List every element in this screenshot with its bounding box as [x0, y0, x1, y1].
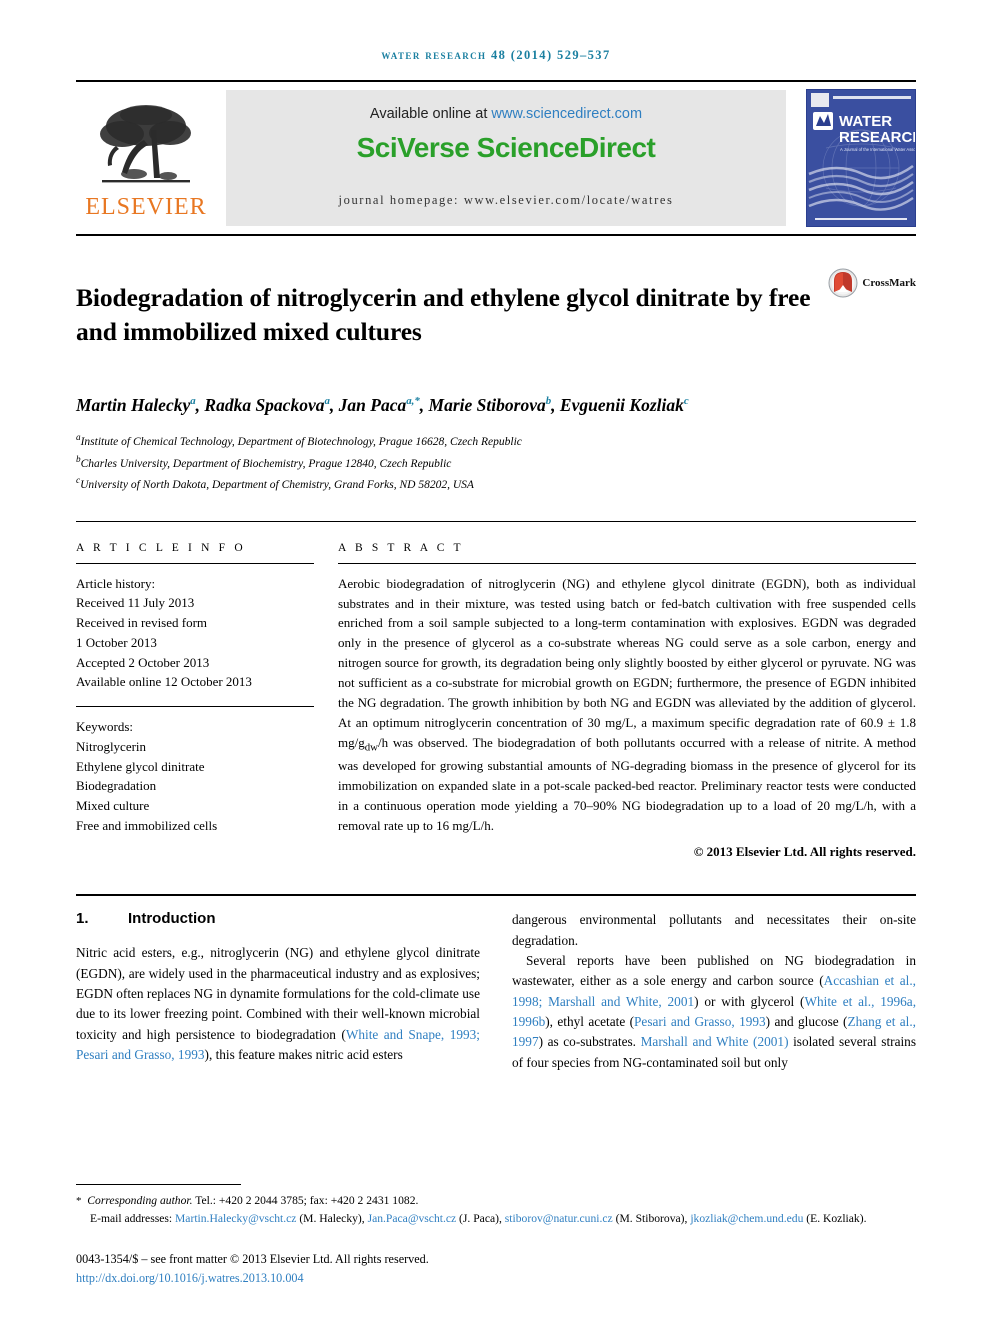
title-row: Biodegradation of nitroglycerin and ethy… — [76, 264, 916, 366]
abstract-column: A B S T R A C T Aerobic biodegradation o… — [338, 542, 916, 861]
sciencedirect-banner: Available online at www.sciencedirect.co… — [226, 90, 786, 226]
article-history-label: Article history: — [76, 575, 156, 591]
section-number: 1. — [76, 910, 89, 928]
page-title: Biodegradation of nitroglycerin and ethy… — [76, 283, 811, 346]
email-addresses-note[interactable]: E-mail addresses: Martin.Halecky@vscht.c… — [76, 1210, 916, 1228]
article-page: WATER RESEARCH 48 (2014) 529–537 ELSEVI — [0, 0, 992, 1323]
svg-text:WATER: WATER — [839, 113, 892, 130]
article-info-column: A R T I C L E I N F O Article history: R… — [76, 542, 338, 861]
running-head: WATER RESEARCH 48 (2014) 529–537 — [381, 48, 611, 62]
paragraph: dangerous environmental pollutants and n… — [512, 912, 916, 948]
article-info-label: A R T I C L E I N F O — [76, 541, 246, 554]
doi-link[interactable]: http://dx.doi.org/10.1016/j.watres.2013.… — [76, 1269, 916, 1287]
keywords-label: Keywords: — [76, 719, 134, 735]
history-item: Received in revised form — [76, 615, 208, 631]
paragraph: Several reports have been published on N… — [512, 952, 917, 1070]
sciencedirect-url-link[interactable]: www.sciencedirect.com — [491, 106, 642, 122]
issn-line: 0043-1354/$ – see front matter © 2013 El… — [76, 1252, 429, 1267]
body-columns: 1. Introduction Nitric acid esters, e.g.… — [76, 910, 916, 1073]
elsevier-logo: ELSEVIER — [76, 82, 216, 234]
history-item: 1 October 2013 — [76, 634, 157, 650]
cover-artwork: WATER RESEARCH A Journal of the Internat… — [807, 90, 915, 226]
crossmark-label: CrossMark — [862, 277, 916, 289]
corresponding-author-note: * Corresponding author. Tel.: +420 2 204… — [76, 1194, 419, 1208]
affiliation-list: aInstitute of Chemical Technology, Depar… — [76, 430, 916, 494]
keyword-list: Keywords: Nitroglycerin Ethylene glycol … — [76, 717, 314, 836]
section-title: Introduction — [128, 910, 216, 928]
elsevier-wordmark: ELSEVIER — [85, 193, 207, 220]
paragraph: Nitric acid esters, e.g., nitroglycerin … — [76, 945, 480, 1062]
keyword-item: Ethylene glycol dinitrate — [76, 758, 205, 774]
abstract-copyright: © 2013 Elsevier Ltd. All rights reserved… — [693, 844, 916, 860]
abstract-rule — [338, 562, 916, 564]
article-history: Article history: Received 11 July 2013 R… — [76, 574, 314, 693]
keyword-item: Biodegradation — [76, 778, 157, 794]
history-item: Received 11 July 2013 — [76, 595, 195, 611]
sciencedirect-logo: SciVerse ScienceDirect — [356, 132, 656, 163]
section-heading-introduction: 1. Introduction — [76, 910, 480, 927]
article-info-rule — [76, 562, 314, 564]
svg-text:RESEARCH: RESEARCH — [839, 129, 915, 146]
affiliation-text: Institute of Chemical Technology, Depart… — [80, 436, 522, 449]
footnote-rule — [76, 1184, 241, 1186]
abstract-text: Aerobic biodegradation of nitroglycerin … — [338, 575, 916, 834]
body-divider — [76, 894, 916, 897]
body-left-column: 1. Introduction Nitric acid esters, e.g.… — [76, 910, 480, 1073]
body-right-column: dangerous environmental pollutants and n… — [512, 910, 916, 1073]
affiliation-item: bCharles University, Department of Bioch… — [76, 452, 916, 473]
abstract-label: A B S T R A C T — [338, 541, 464, 554]
affiliation-item: cUniversity of North Dakota, Department … — [76, 473, 916, 494]
elsevier-tree-icon — [100, 104, 191, 182]
journal-cover-thumbnail: WATER RESEARCH A Journal of the Internat… — [798, 82, 916, 234]
affiliation-text: Charles University, Department of Bioche… — [80, 457, 452, 470]
keyword-item: Nitroglycerin — [76, 738, 147, 754]
keyword-item: Free and immobilized cells — [76, 817, 218, 833]
available-online-line: Available online at www.sciencedirect.co… — [370, 106, 642, 122]
history-item: Accepted 2 October 2013 — [76, 654, 210, 670]
author-list: Martin Haleckya, Radka Spackovaa, Jan Pa… — [76, 394, 689, 415]
history-item: Available online 12 October 2013 — [76, 674, 252, 690]
crossmark-badge[interactable]: CrossMark — [828, 268, 916, 298]
journal-masthead: ELSEVIER Available online at www.science… — [76, 80, 916, 236]
water-research-cover: WATER RESEARCH A Journal of the Internat… — [806, 89, 916, 227]
svg-text:A Journal of the International: A Journal of the International Water Ass… — [840, 147, 915, 152]
journal-homepage-line[interactable]: journal homepage: www.elsevier.com/locat… — [339, 193, 674, 208]
intro-paragraphs-right: dangerous environmental pollutants and n… — [512, 910, 916, 1073]
available-online-text: Available online at — [369, 106, 492, 122]
info-abstract-section: A R T I C L E I N F O Article history: R… — [76, 520, 916, 861]
affiliation-item: aInstitute of Chemical Technology, Depar… — [76, 430, 916, 451]
keyword-item: Mixed culture — [76, 798, 150, 814]
keywords-divider — [76, 706, 314, 708]
affiliation-text: University of North Dakota, Department o… — [80, 478, 474, 491]
page-footer: * Corresponding author. Tel.: +420 2 204… — [76, 1184, 916, 1287]
intro-paragraph-left: Nitric acid esters, e.g., nitroglycerin … — [76, 943, 480, 1065]
crossmark-icon — [828, 268, 858, 298]
